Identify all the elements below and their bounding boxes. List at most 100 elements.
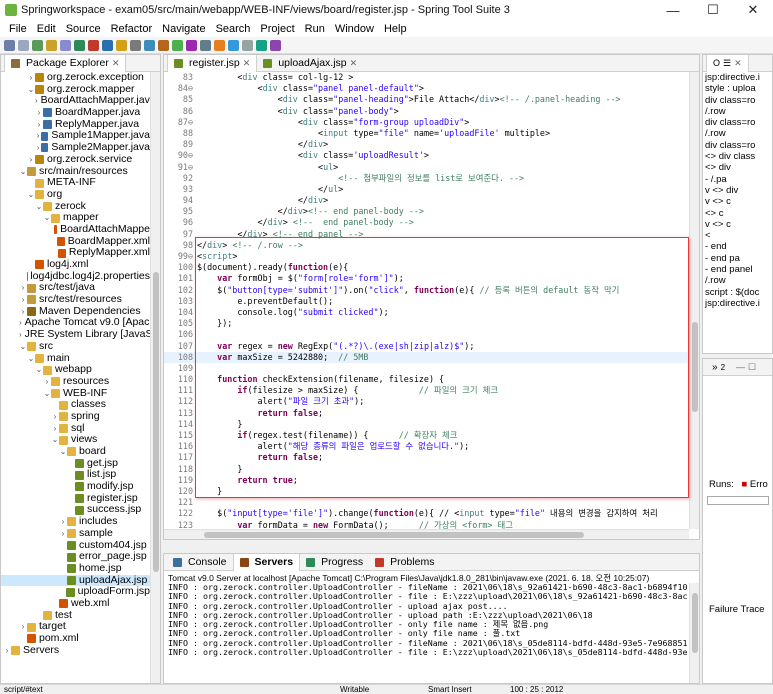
scrollbar-thumb[interactable] [153,272,159,572]
outline-item[interactable]: style : uploa [703,83,772,94]
twisty-icon[interactable]: › [19,294,27,306]
toolbar-icon[interactable] [32,39,43,51]
package-explorer-scrollbar[interactable] [150,72,160,683]
outline-item[interactable]: v <> div [703,185,772,196]
tree-item[interactable]: › spring [1,410,150,423]
outline-item[interactable]: < [703,230,772,241]
outline-item[interactable]: div class=ro [703,140,772,151]
outline-item[interactable]: /.row [703,128,772,139]
code-line[interactable]: 86 <div class="panel-body"> [164,106,689,117]
tree-item[interactable]: pom.xml [1,632,150,645]
twisty-icon[interactable]: › [19,282,27,294]
outline-item[interactable]: <> c [703,208,772,219]
outline-item[interactable]: div class=ro [703,95,772,106]
toolbar-icon[interactable] [102,39,113,51]
tree-item[interactable]: › BoardMapper.java [1,106,150,119]
scrollbar-thumb[interactable] [692,593,698,653]
toolbar-icon[interactable] [172,39,183,51]
tab-servers[interactable]: Servers [232,554,301,571]
menu-item-help[interactable]: Help [379,23,412,35]
code-line[interactable]: 122 $("input[type='file']").change(funct… [164,508,689,519]
twisty-icon[interactable]: ⌄ [59,446,67,458]
code-line[interactable]: 123 var formData = new FormData(); // 가상… [164,520,689,530]
toolbar-icon[interactable] [242,39,253,51]
tree-item[interactable]: › Servers [1,644,150,657]
close-icon[interactable]: ✕ [243,58,251,69]
menu-item-run[interactable]: Run [300,23,330,35]
toolbar-icon[interactable] [256,39,267,51]
twisty-icon[interactable]: › [59,516,67,528]
tree-item[interactable]: › org.zerock.exception [1,72,150,84]
tree-item[interactable]: › sample [1,527,150,540]
twisty-icon[interactable]: › [51,411,59,423]
outline-item[interactable]: <> div class [703,151,772,162]
outline-item[interactable]: div class=ro [703,117,772,128]
toolbar-icon[interactable] [74,39,85,51]
tab-progress[interactable]: Progress [300,554,369,571]
tab-console[interactable]: Console [167,554,233,571]
toolbar-icon[interactable] [200,39,211,51]
toolbar-icon[interactable] [130,39,141,51]
toolbar-icon[interactable] [4,39,15,51]
tab-problems[interactable]: Problems [369,554,440,571]
outline-item[interactable]: v <> c [703,196,772,207]
tree-item[interactable]: BoardAttachMappe [1,223,150,236]
toolbar-icon[interactable] [46,39,57,51]
twisty-icon[interactable]: › [35,95,38,107]
outline-item[interactable]: script : $(doc [703,287,772,298]
tree-item[interactable]: home.jsp [1,562,150,575]
twisty-icon[interactable]: › [59,528,67,540]
tree-item[interactable]: › resources [1,375,150,388]
toolbar-icon[interactable] [18,39,29,51]
outline-item[interactable]: <> div [703,162,772,173]
code-line[interactable]: 91⊖ <ul> [164,162,689,173]
tree-item[interactable]: ⌄ src [1,340,150,353]
tab-register-jsp[interactable]: register.jsp ✕ [167,55,258,72]
outline-item[interactable]: jsp:directive.i [703,72,772,83]
twisty-icon[interactable]: ⌄ [35,364,43,376]
code-line[interactable]: 87⊖ <div class="form-group uploadDiv"> [164,117,689,128]
toolbar-icon[interactable] [186,39,197,51]
twisty-icon[interactable]: ⌄ [27,353,35,365]
tree-item[interactable]: get.jsp [1,457,150,470]
outline-item[interactable]: - end panel [703,264,772,275]
twisty-icon[interactable]: ⌄ [19,166,27,178]
tree-item[interactable]: error_page.jsp [1,550,150,563]
tree-item[interactable]: test [1,609,150,622]
code-line[interactable]: 121 [164,497,689,508]
menu-item-source[interactable]: Source [61,23,106,35]
tree-item[interactable]: ›JRE System Library [JavaSE-1.8 [1,328,150,341]
tree-item[interactable]: success.jsp [1,504,150,516]
outline-item[interactable]: /.row [703,106,772,117]
code-line[interactable]: 84⊖ <div class="panel panel-default"> [164,83,689,94]
code-line[interactable]: 83 <div class= col-lg-12 > [164,72,689,83]
close-icon[interactable]: ✕ [734,58,742,69]
tree-item[interactable]: web.xml [1,597,150,610]
twisty-icon[interactable]: › [35,107,43,119]
tab-package-explorer[interactable]: Package Explorer ✕ [4,55,127,72]
menu-item-project[interactable]: Project [255,23,299,35]
twisty-icon[interactable]: › [3,645,11,657]
toolbar-icon[interactable] [214,39,225,51]
code-line[interactable]: 90⊖ <div class='uploadResult'> [164,150,689,161]
toolbar-icon[interactable] [228,39,239,51]
outline-item[interactable]: v <> c [703,219,772,230]
tab-outline[interactable]: O ☰ ✕ [706,55,749,72]
toolbar-icon[interactable] [158,39,169,51]
outline-item[interactable]: jsp:directive.i [703,298,772,309]
twisty-icon[interactable]: › [19,621,27,633]
tree-item[interactable]: modify.jsp [1,480,150,493]
code-line[interactable]: 96 </div> <!-- end panel-body --> [164,217,689,228]
menu-item-window[interactable]: Window [330,23,379,35]
twisty-icon[interactable]: ⌄ [27,189,35,201]
toolbar-icon[interactable] [60,39,71,51]
scrollbar-thumb[interactable] [692,322,698,412]
twisty-icon[interactable]: ⌄ [19,341,27,353]
twisty-icon[interactable]: ⌄ [51,434,59,446]
twisty-icon[interactable]: ⌄ [43,388,51,400]
toolbar-icon[interactable] [144,39,155,51]
scrollbar-thumb[interactable] [204,532,584,538]
editor-vertical-scrollbar[interactable] [689,72,699,529]
twisty-icon[interactable]: › [19,329,22,341]
twisty-icon[interactable]: › [51,423,59,435]
